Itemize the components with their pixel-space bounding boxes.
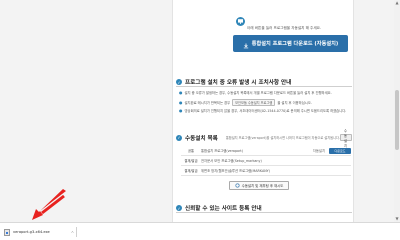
list-item: ● 설치완료 메시지가 반복되는 경우 보안모듈 수동설치 프로그램 을 설치 …: [179, 99, 312, 106]
check-icon: ✓: [176, 134, 182, 141]
manual-install-heading: ✓ 수동설치 목록: [176, 134, 218, 142]
manual-install-subtitle: 통합설치 프로그램(veraport)을 설치하시면 나머지 프로그램이 자동으…: [225, 136, 340, 140]
install-notice: 아래 버튼을 눌러 프로그램을 자동설치 해 주세요.: [247, 26, 322, 30]
downloaded-file-name: veraport-g3-x64.exe: [13, 230, 50, 234]
bullet-icon: ●: [179, 100, 183, 105]
list-item: ● 설치 중 오류가 발생하는 경우, 수동설치 목록에서 개별 프로그램 다운…: [179, 90, 332, 95]
check-icon: ✓: [176, 205, 182, 211]
downloaded-file-item[interactable]: veraport-g3-x64.exe ^: [4, 226, 74, 238]
list-item: ● 영상회의로 설치가 진행되지 않을 경우, 서초데이터센터(02-1544-…: [179, 108, 347, 113]
monitor-icon: [236, 17, 245, 26]
download-installer-label: 통합설치 프로그램 다운로드 (자동설치): [251, 41, 339, 47]
manual-install-button[interactable]: 수동설치: [339, 129, 352, 148]
retry-after-reboot-button[interactable]: 수동설치 및 재부팅 후 재시도: [229, 181, 289, 190]
vertical-scrollbar[interactable]: ▲ ▼: [394, 0, 400, 222]
table-row: 결재/발급 전자문서 보안 프로그램(Setup_markany): [181, 156, 351, 166]
scroll-thumb[interactable]: [395, 90, 399, 150]
trusted-sites-heading: ✓ 신뢰할 수 있는 사이트 등록 안내: [176, 205, 262, 212]
manual-install-header: ✓ 수동설치 목록 통합설치 프로그램(veraport)을 설치하시면 나머지…: [176, 129, 352, 148]
download-icon: [243, 34, 249, 53]
divider: [176, 86, 352, 87]
troubleshoot-heading: ✓ 프로그램 설치 중 오류 발생 시 조치사항 안내: [176, 78, 291, 86]
chevron-up-icon[interactable]: ^: [71, 230, 74, 235]
refresh-icon: [235, 182, 240, 189]
scroll-up-icon[interactable]: ▲: [394, 0, 400, 6]
file-icon: [4, 228, 10, 236]
divider: [176, 212, 352, 213]
download-button[interactable]: 다운로드: [329, 147, 351, 154]
content-panel: 아래 버튼을 눌러 프로그램을 자동설치 해 주세요. 통합설치 프로그램 다운…: [172, 0, 354, 222]
download-installer-button[interactable]: 통합설치 프로그램 다운로드 (자동설치): [233, 35, 348, 52]
table-row: 결재/발급 위변조 방지(웹보안)솔루션 프로그램(MARKANY): [181, 166, 351, 176]
troubleshoot-title: 프로그램 설치 중 오류 발생 시 조치사항 안내: [185, 80, 292, 86]
bullet-icon: ●: [179, 108, 183, 113]
divider: [76, 227, 77, 237]
manual-security-chip[interactable]: 보안모듈 수동설치 프로그램: [232, 99, 276, 106]
download-bar: veraport-g3-x64.exe ^: [0, 222, 400, 240]
bullet-icon: ●: [179, 90, 183, 95]
table-row: 공통 통합설치 프로그램(veraport) 자동설치 다운로드: [181, 146, 351, 156]
check-icon: ✓: [176, 79, 182, 85]
red-arrow-icon: [32, 189, 66, 220]
